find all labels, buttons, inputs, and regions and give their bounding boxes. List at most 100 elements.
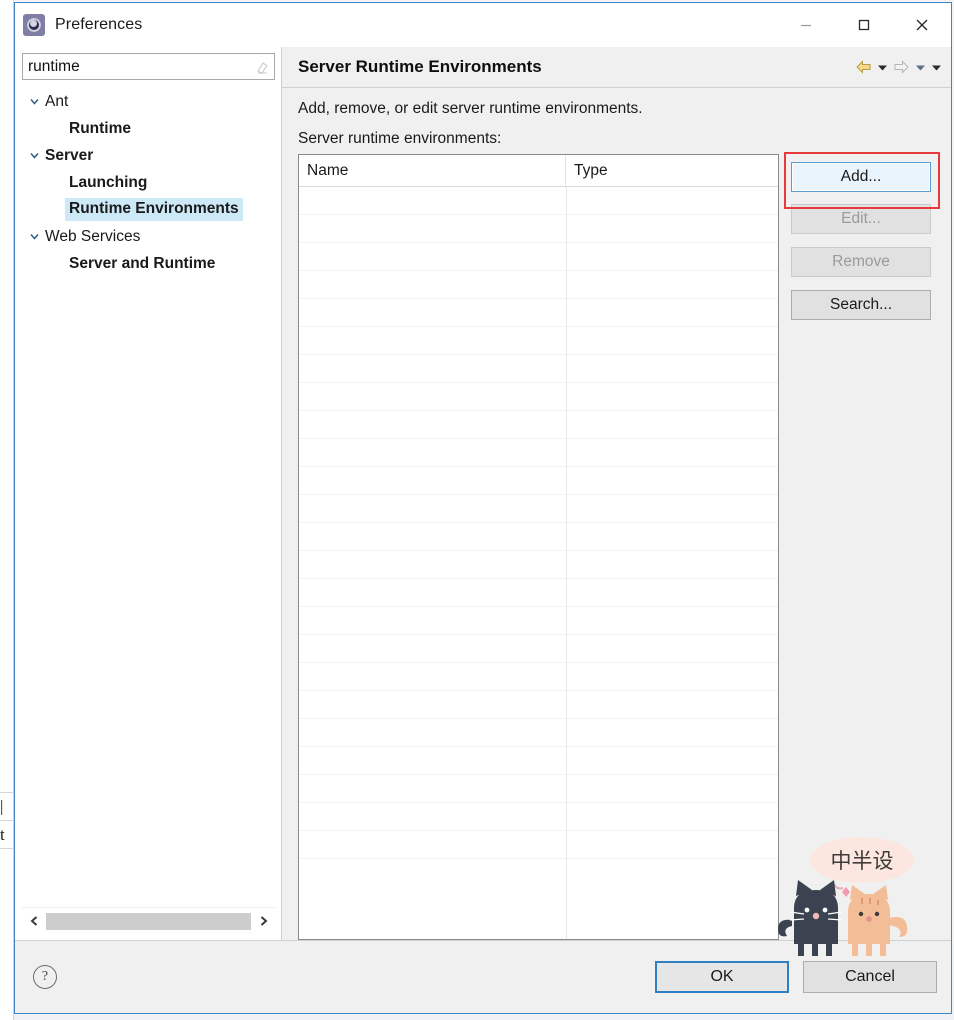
chevron-down-icon[interactable]	[23, 96, 45, 107]
search-button[interactable]: Search...	[791, 290, 931, 320]
preferences-tree[interactable]: Ant Runtime Server Launching Runtime Env…	[21, 84, 281, 907]
ok-button[interactable]: OK	[655, 961, 789, 993]
search-input[interactable]	[23, 54, 274, 79]
table-cell-type	[567, 691, 778, 718]
back-menu-chevron-down-icon[interactable]	[876, 61, 889, 74]
scrollbar-thumb[interactable]	[46, 912, 251, 930]
tree-item-label: Web Services	[45, 227, 141, 245]
table-row[interactable]	[299, 607, 778, 635]
table-cell-type	[567, 383, 778, 410]
table-cell-name	[299, 607, 567, 634]
table-cell-name	[299, 411, 567, 438]
close-icon[interactable]	[893, 3, 951, 47]
page-title: Server Runtime Environments	[298, 57, 542, 76]
preferences-page-pane: Server Runtime Environments Add, remove,…	[281, 47, 951, 940]
background-clipped-text: t	[0, 826, 5, 843]
table-cell-name	[299, 691, 567, 718]
table-cell-type	[567, 719, 778, 746]
table-cell-type	[567, 299, 778, 326]
table-cell-name	[299, 747, 567, 774]
table-row[interactable]	[299, 383, 778, 411]
preferences-dialog: Preferences runtime Ant Runtime Server L…	[14, 2, 952, 1014]
table-row[interactable]	[299, 551, 778, 579]
chevron-down-icon[interactable]	[23, 231, 45, 242]
table-action-buttons: Add... Edit... Remove Search...	[779, 152, 951, 940]
table-cell-type	[567, 551, 778, 578]
table-cell-type	[567, 831, 778, 858]
tree-item-label: Runtime	[69, 119, 131, 137]
cancel-button[interactable]: Cancel	[803, 961, 937, 993]
column-header-name[interactable]: Name	[299, 155, 566, 186]
tree-item-label: Runtime Environments	[66, 199, 242, 220]
table-cell-type	[567, 579, 778, 606]
page-navigation-toolbar	[854, 59, 943, 75]
table-row[interactable]	[299, 775, 778, 803]
table-cell-type	[567, 775, 778, 802]
background-clipped-text: |	[0, 798, 4, 815]
table-cell-name	[299, 551, 567, 578]
table-row[interactable]	[299, 243, 778, 271]
table-row[interactable]	[299, 663, 778, 691]
table-row[interactable]	[299, 467, 778, 495]
page-header: Server Runtime Environments	[282, 47, 951, 88]
table-cell-type	[567, 663, 778, 690]
clear-filter-icon[interactable]	[256, 60, 269, 74]
runtime-environments-table[interactable]: Name Type	[298, 154, 779, 940]
table-row[interactable]	[299, 495, 778, 523]
filter-box[interactable]	[22, 53, 275, 80]
table-cell-name	[299, 663, 567, 690]
table-cell-type	[567, 439, 778, 466]
window-controls	[777, 3, 951, 47]
table-row[interactable]	[299, 523, 778, 551]
table-cell-type	[567, 411, 778, 438]
table-row[interactable]	[299, 355, 778, 383]
table-body[interactable]	[299, 187, 778, 939]
table-row[interactable]	[299, 327, 778, 355]
table-cell-name	[299, 215, 567, 242]
table-row[interactable]	[299, 187, 778, 215]
tree-item-web-services[interactable]: Web Services	[21, 223, 281, 250]
tree-horizontal-scrollbar[interactable]	[22, 907, 275, 934]
minimize-icon[interactable]	[777, 3, 835, 47]
column-header-type[interactable]: Type	[566, 155, 778, 186]
add-button[interactable]: Add...	[791, 162, 931, 192]
tree-item-launching[interactable]: Launching	[21, 169, 281, 196]
table-header-row: Name Type	[299, 155, 778, 187]
table-cell-type	[567, 215, 778, 242]
view-menu-chevron-down-icon[interactable]	[930, 61, 943, 74]
background-divider	[0, 792, 14, 793]
back-arrow-icon[interactable]	[854, 59, 873, 75]
table-row[interactable]	[299, 411, 778, 439]
table-cell-name	[299, 719, 567, 746]
forward-menu-chevron-down-icon[interactable]	[914, 61, 927, 74]
tree-item-ant[interactable]: Ant	[21, 88, 281, 115]
table-row[interactable]	[299, 579, 778, 607]
dialog-titlebar: Preferences	[15, 3, 951, 47]
chevron-down-icon[interactable]	[23, 150, 45, 161]
chevron-left-icon[interactable]	[22, 908, 46, 934]
tree-item-server[interactable]: Server	[21, 142, 281, 169]
table-cell-name	[299, 439, 567, 466]
table-label: Server runtime environments:	[298, 130, 502, 147]
table-cell-type	[567, 271, 778, 298]
scrollbar-track[interactable]	[46, 908, 251, 934]
column-divider[interactable]	[566, 187, 567, 939]
table-row[interactable]	[299, 719, 778, 747]
forward-arrow-icon[interactable]	[892, 59, 911, 75]
tree-item-ant-runtime[interactable]: Runtime	[21, 115, 281, 142]
tree-item-server-and-runtime[interactable]: Server and Runtime	[21, 250, 281, 277]
table-cell-type	[567, 495, 778, 522]
table-row[interactable]	[299, 747, 778, 775]
table-row[interactable]	[299, 215, 778, 243]
table-row[interactable]	[299, 803, 778, 831]
maximize-icon[interactable]	[835, 3, 893, 47]
chevron-right-icon[interactable]	[251, 908, 275, 934]
table-row[interactable]	[299, 691, 778, 719]
table-row[interactable]	[299, 635, 778, 663]
table-row[interactable]	[299, 271, 778, 299]
help-question-icon[interactable]: ?	[33, 965, 57, 989]
table-row[interactable]	[299, 439, 778, 467]
tree-item-runtime-environments[interactable]: Runtime Environments	[21, 196, 281, 223]
table-row[interactable]	[299, 299, 778, 327]
table-row[interactable]	[299, 831, 778, 859]
